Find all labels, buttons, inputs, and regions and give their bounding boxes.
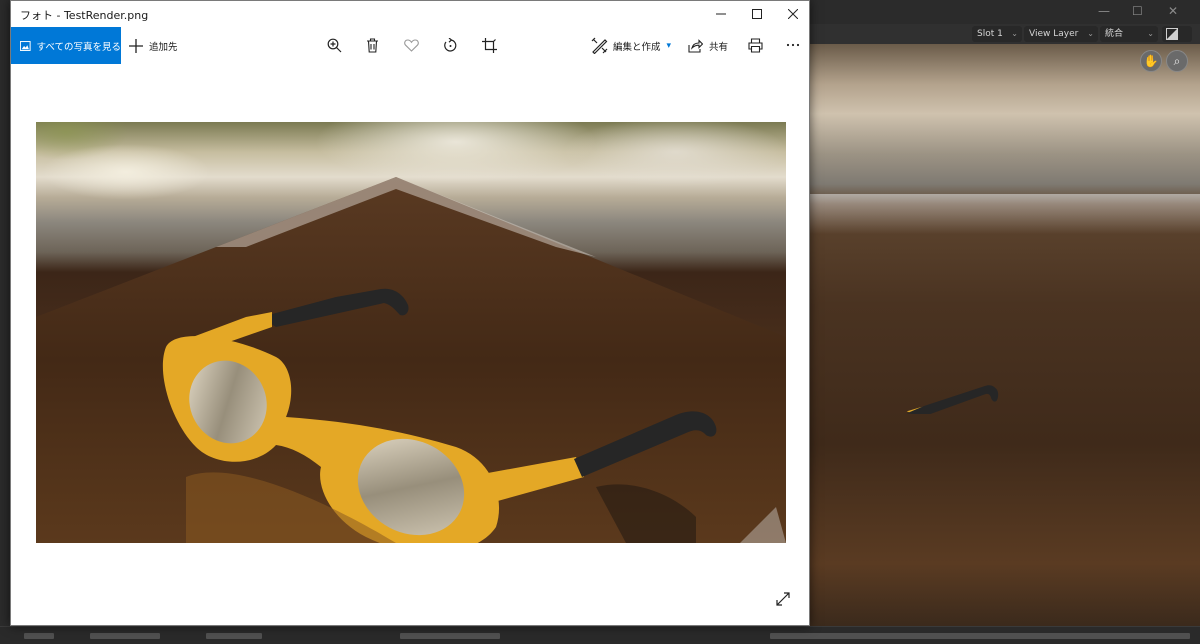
edit-create-icon: [591, 37, 608, 54]
blender-titlebar: — ☐ ✕: [810, 0, 1200, 24]
favorite-button[interactable]: [399, 33, 423, 57]
rotate-button[interactable]: [438, 33, 462, 57]
photo-gallery-icon: [20, 40, 31, 51]
display-mode-dropdown[interactable]: [1162, 26, 1192, 42]
share-button[interactable]: 共有: [688, 27, 728, 64]
photos-window: フォト - TestRender.png すべての写真を見る 追加先 編集と作成…: [10, 0, 810, 626]
minimize-button[interactable]: [703, 1, 739, 27]
heart-icon: [403, 38, 419, 52]
slot-label: Slot 1: [977, 29, 1003, 39]
minimize-icon: [716, 13, 726, 15]
maximize-icon[interactable]: ☐: [1132, 4, 1143, 18]
render-pass-dropdown[interactable]: 統合 ⌄: [1100, 26, 1158, 42]
status-item: [90, 633, 160, 639]
view-layer-label: View Layer: [1029, 29, 1079, 39]
zoom-in-icon: [327, 38, 341, 52]
rotate-icon: [443, 37, 456, 51]
plus-icon: [129, 38, 143, 53]
hand-pan-icon[interactable]: ✋: [1140, 50, 1162, 72]
status-item: [400, 633, 500, 639]
display-mode-icon: [1166, 28, 1178, 40]
render-scene: [36, 177, 786, 543]
edit-create-label: 編集と作成: [613, 41, 661, 53]
expand-icon: [776, 592, 790, 606]
chevron-down-icon: ⌄: [1011, 29, 1018, 38]
glasses-temple-render: [906, 385, 999, 414]
add-to-label: 追加先: [149, 41, 178, 53]
print-button[interactable]: [743, 33, 767, 57]
delete-button[interactable]: [360, 33, 384, 57]
see-all-photos-button[interactable]: すべての写真を見る: [11, 27, 121, 64]
render-pass-label: 統合: [1105, 29, 1124, 39]
add-to-button[interactable]: 追加先: [129, 27, 178, 64]
status-item: [770, 633, 1190, 639]
status-item: [206, 633, 262, 639]
photo-viewer-image[interactable]: [36, 122, 786, 543]
zoom-in-button[interactable]: [322, 33, 346, 57]
image-editor-header: Slot 1 ⌄ View Layer ⌄ 統合 ⌄: [810, 24, 1200, 44]
floor-reflection: [810, 194, 1200, 234]
maximize-button[interactable]: [739, 1, 775, 27]
close-icon: [788, 9, 798, 19]
photos-titlebar: フォト - TestRender.png: [11, 1, 809, 27]
full-screen-button[interactable]: [773, 589, 793, 609]
chevron-down-icon: ⌄: [1147, 29, 1154, 38]
delete-icon: [366, 37, 378, 53]
window-title: フォト - TestRender.png: [20, 9, 149, 22]
minimize-icon[interactable]: —: [1098, 4, 1110, 18]
zoom-magnifier-icon[interactable]: ⌕: [1166, 50, 1188, 72]
more-icon: [786, 43, 800, 47]
print-icon: [747, 37, 763, 53]
crop-button[interactable]: [477, 33, 501, 57]
edit-and-create-button[interactable]: 編集と作成 ▾: [591, 27, 671, 64]
slot-dropdown[interactable]: Slot 1 ⌄: [972, 26, 1022, 42]
share-icon: [688, 38, 703, 53]
see-all-photos-label: すべての写真を見る: [36, 41, 121, 53]
crop-icon: [481, 37, 497, 53]
more-options-button[interactable]: [781, 33, 805, 57]
blender-status-bar: [0, 626, 1200, 644]
chevron-down-icon: ▾: [666, 40, 672, 51]
image-editor-viewport[interactable]: ✋ ⌕: [810, 44, 1200, 626]
close-button[interactable]: [775, 1, 811, 27]
share-label: 共有: [709, 41, 729, 53]
close-icon[interactable]: ✕: [1168, 4, 1178, 18]
view-layer-dropdown[interactable]: View Layer ⌄: [1024, 26, 1098, 42]
chevron-down-icon: ⌄: [1087, 29, 1094, 38]
maximize-icon: [752, 9, 762, 19]
photos-toolbar: すべての写真を見る 追加先 編集と作成 ▾ 共有: [11, 27, 809, 64]
status-item: [24, 633, 54, 639]
